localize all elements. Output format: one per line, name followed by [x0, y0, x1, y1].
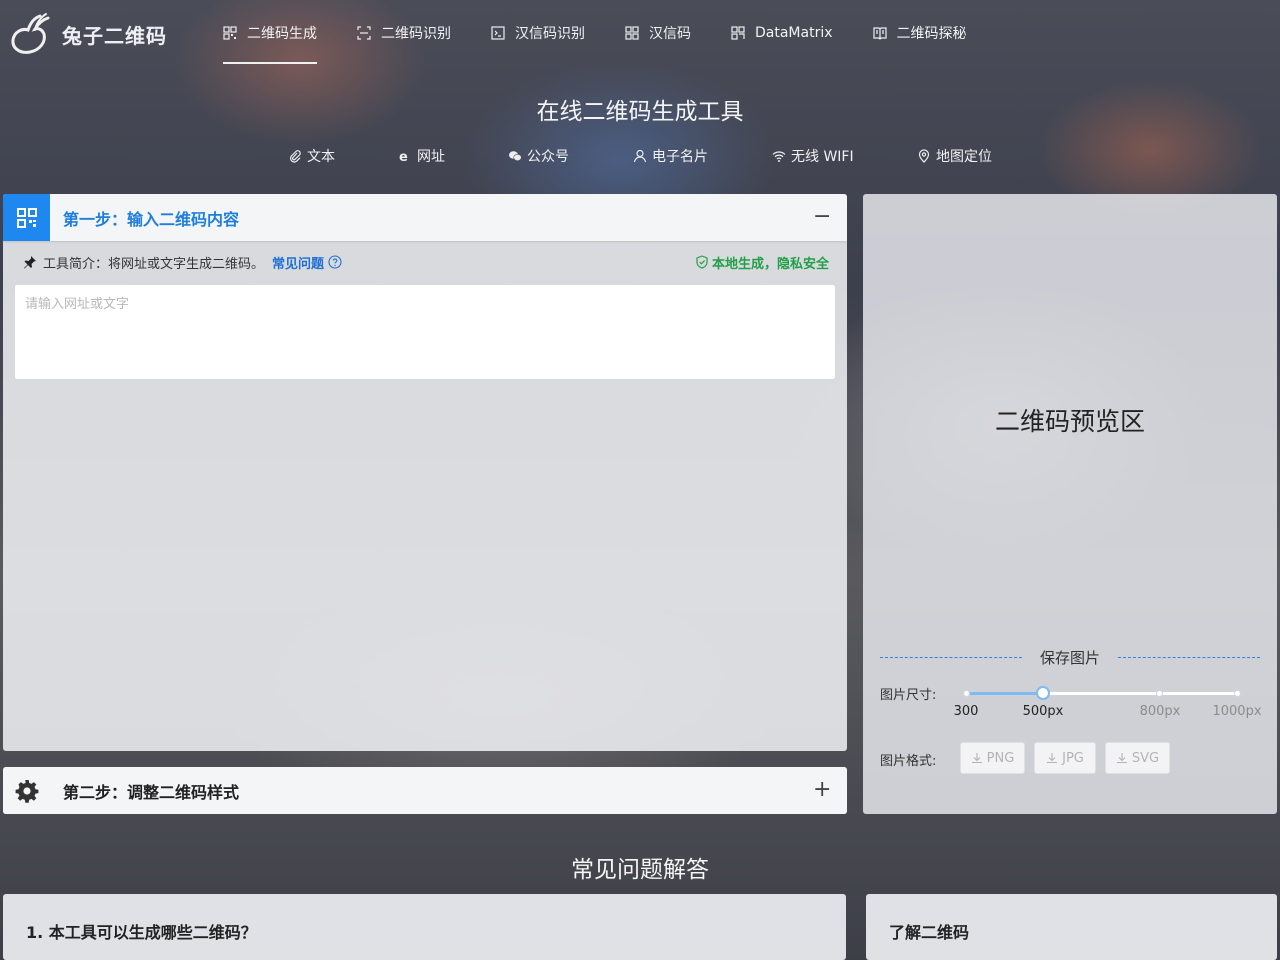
slider-stop[interactable]	[1234, 690, 1241, 697]
divider-line	[1118, 657, 1260, 658]
nav-label: 二维码生成	[247, 26, 317, 42]
pin-icon	[24, 256, 36, 269]
step2-icon-box	[3, 767, 50, 814]
size-option-1000[interactable]: 1000px	[1212, 704, 1261, 719]
collapse-toggle[interactable]: −	[813, 206, 831, 228]
tab-map-location[interactable]: 地图定位	[917, 146, 992, 166]
tab-wifi[interactable]: 无线 WIFI	[772, 146, 854, 166]
gear-icon	[15, 779, 38, 803]
tab-label: 电子名片	[652, 149, 708, 165]
qr-preview-area: 二维码预览区	[994, 407, 1145, 436]
download-svg-button[interactable]: SVG	[1105, 742, 1170, 774]
nav-item-hanxin[interactable]: 汉信码	[625, 0, 691, 66]
size-option-800[interactable]: 800px	[1140, 704, 1181, 719]
tab-business-card[interactable]: 电子名片	[633, 146, 708, 166]
brand-name: 兔子二维码	[62, 23, 167, 48]
qrcode-icon	[223, 26, 237, 40]
download-icon	[1047, 753, 1058, 764]
download-icon	[971, 753, 982, 764]
qr-type-tabs: 文本 e 网址 公众号 电子名片 无线 WIFI 地图定位	[0, 146, 1280, 168]
datamatrix-icon	[731, 26, 745, 40]
step2-panel: 第二步：调整二维码样式 +	[3, 767, 847, 814]
tab-text[interactable]: 文本	[288, 146, 335, 166]
step1-panel: 第一步：输入二维码内容 − 工具简介：将网址或文字生成二维码。 常见问题 本地生…	[3, 194, 847, 751]
nav-label: 汉信码	[649, 26, 691, 42]
nav-label: 二维码探秘	[896, 26, 967, 42]
terminal-icon	[491, 26, 505, 40]
tab-label: 文本	[307, 149, 335, 165]
format-label: 图片格式:	[880, 754, 937, 769]
browser-e-icon: e	[399, 150, 408, 163]
tab-label: 无线 WIFI	[791, 149, 854, 165]
size-option-500[interactable]: 500px	[1023, 704, 1064, 719]
about-qr-card: 了解二维码	[866, 894, 1277, 960]
faq-card: 1. 本工具可以生成哪些二维码？	[3, 894, 846, 960]
help-circle-icon[interactable]	[328, 255, 342, 269]
nav-label: 二维码识别	[381, 26, 451, 42]
scan-icon	[357, 26, 371, 40]
nav-item-qr-generate[interactable]: 二维码生成	[223, 0, 317, 66]
tool-intro-text: 工具简介：将网址或文字生成二维码。	[43, 256, 265, 272]
slider-fill	[963, 692, 1041, 695]
format-label-jpg: JPG	[1062, 750, 1084, 766]
about-qr-title: 了解二维码	[889, 923, 970, 942]
tab-label: 公众号	[527, 149, 569, 165]
faq-link[interactable]: 常见问题	[272, 253, 324, 272]
tab-url[interactable]: e 网址	[398, 146, 445, 166]
user-icon	[633, 149, 647, 163]
slider-stop[interactable]	[963, 690, 970, 697]
step1-header[interactable]: 第一步：输入二维码内容 −	[3, 194, 847, 241]
format-label-png: PNG	[986, 750, 1015, 766]
format-label-svg: SVG	[1131, 750, 1160, 766]
nav-item-qr-recognize[interactable]: 二维码识别	[357, 0, 451, 66]
download-icon	[1116, 753, 1127, 764]
tab-official-account[interactable]: 公众号	[508, 146, 569, 166]
nav-item-hanxin-recognize[interactable]: 汉信码识别	[491, 0, 585, 66]
shield-check-icon	[696, 255, 708, 269]
page-title: 在线二维码生成工具	[536, 99, 744, 125]
tab-label: 网址	[417, 149, 445, 165]
svg-text:e: e	[399, 150, 408, 163]
location-icon	[918, 149, 930, 163]
wechat-icon	[509, 151, 522, 162]
download-jpg-button[interactable]: JPG	[1034, 742, 1096, 774]
step2-header[interactable]: 第二步：调整二维码样式 +	[3, 767, 847, 814]
paperclip-icon	[290, 150, 301, 163]
top-header: 兔子二维码 二维码生成 二维码识别 汉信码识别 汉信码 DataMatrix 二…	[0, 0, 1280, 66]
privacy-badge-text: 本地生成，隐私安全	[711, 256, 829, 272]
rabbit-logo-icon	[11, 13, 50, 54]
brand-logo[interactable]: 兔子二维码	[10, 12, 167, 56]
expand-toggle[interactable]: +	[813, 779, 831, 801]
privacy-badge: 本地生成，隐私安全	[695, 253, 829, 272]
wifi-icon	[772, 151, 786, 162]
slider-stop[interactable]	[1156, 690, 1163, 697]
step1-title: 第一步：输入二维码内容	[63, 209, 240, 229]
nav-item-datamatrix[interactable]: DataMatrix	[731, 0, 833, 66]
step2-title: 第二步：调整二维码样式	[63, 782, 240, 802]
nav-label: 汉信码识别	[515, 26, 585, 42]
size-label: 图片尺寸:	[880, 688, 937, 703]
hanxin-icon	[625, 26, 639, 40]
size-slider[interactable]	[963, 686, 1241, 700]
slider-handle[interactable]	[1036, 686, 1050, 700]
nav-label: DataMatrix	[755, 25, 833, 41]
faq-section-title: 常见问题解答	[571, 857, 709, 883]
book-icon	[872, 27, 887, 40]
tool-intro-row: 工具简介：将网址或文字生成二维码。 常见问题 本地生成，隐私安全	[23, 252, 829, 272]
preview-panel: 二维码预览区 保存图片 图片尺寸: 300 500px 800px 1000px…	[863, 194, 1277, 814]
step1-icon-box	[3, 194, 50, 241]
size-option-300[interactable]: 300	[954, 704, 979, 719]
qrcode-icon	[16, 207, 37, 228]
nav-item-qr-explore[interactable]: 二维码探秘	[872, 0, 967, 66]
main-nav: 二维码生成 二维码识别 汉信码识别 汉信码 DataMatrix 二维码探秘	[223, 0, 1007, 66]
qr-content-input[interactable]	[14, 284, 836, 380]
faq-question[interactable]: 1. 本工具可以生成哪些二维码？	[26, 919, 257, 943]
tab-label: 地图定位	[936, 149, 992, 165]
download-png-button[interactable]: PNG	[960, 742, 1025, 774]
save-image-divider: 保存图片	[880, 646, 1260, 668]
